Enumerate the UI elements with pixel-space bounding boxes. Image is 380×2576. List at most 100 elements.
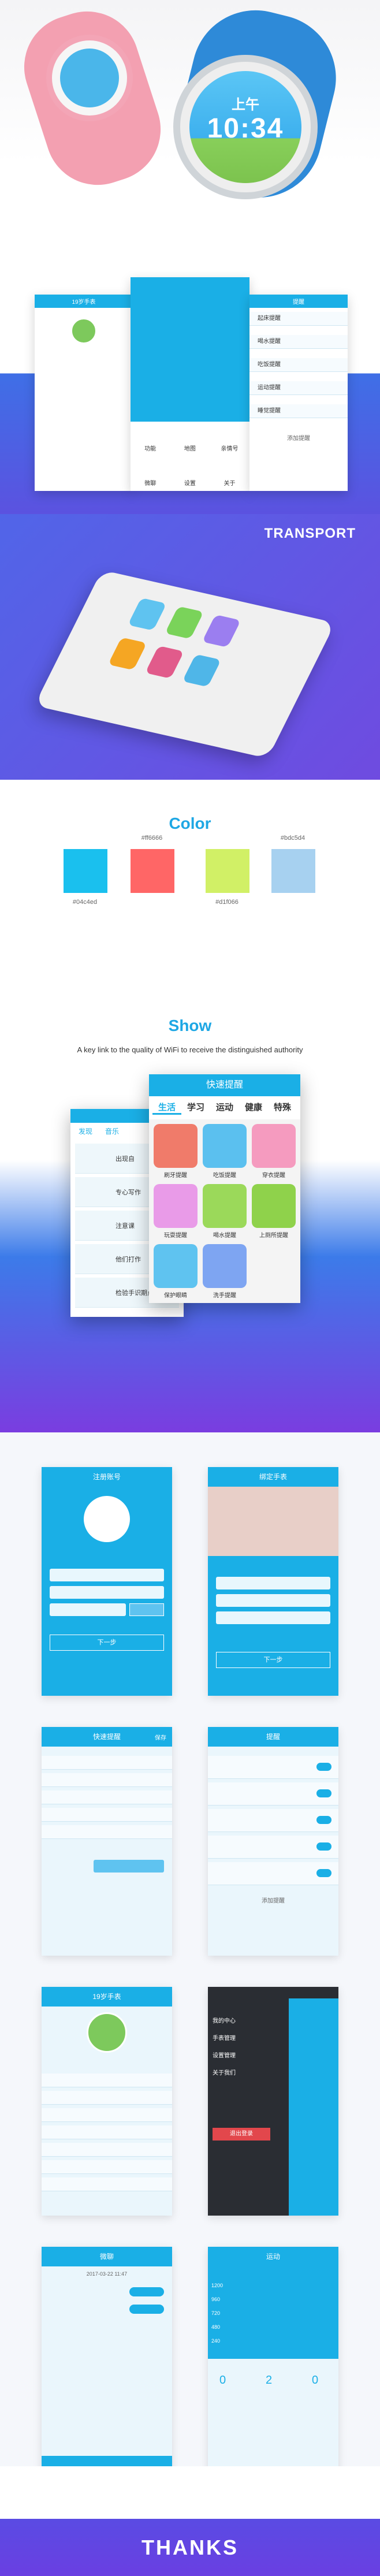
reminder-tile-eat[interactable] bbox=[203, 1124, 247, 1168]
reminder-tile-water[interactable] bbox=[203, 1184, 247, 1228]
reminder-tile-dress[interactable] bbox=[252, 1124, 296, 1168]
form-row[interactable] bbox=[42, 1825, 172, 1839]
menu-item[interactable]: 我的中心 bbox=[213, 2016, 236, 2024]
swatch-blue bbox=[64, 849, 107, 893]
reminder-row[interactable] bbox=[208, 1809, 338, 1832]
home-screen-shot: 功能 地图 亲情号 微聊 设置 关于 bbox=[131, 277, 249, 491]
reminder-tile-wash[interactable] bbox=[203, 1244, 247, 1288]
voice-message[interactable] bbox=[129, 2305, 164, 2314]
profile-row[interactable] bbox=[42, 2125, 172, 2139]
menu-item-settings[interactable]: 设置 bbox=[170, 456, 210, 491]
reminder-screen-title: 提醒 bbox=[249, 295, 348, 308]
reminder-tile-toilet[interactable] bbox=[252, 1184, 296, 1228]
swatch-red bbox=[131, 849, 174, 893]
form-row[interactable] bbox=[42, 1773, 172, 1787]
home-menu: 功能 地图 亲情号 微聊 设置 关于 bbox=[131, 422, 249, 491]
reminder-row[interactable]: 喝水提醒 bbox=[249, 335, 348, 349]
menu-item-map[interactable]: 地图 bbox=[170, 422, 210, 456]
register-title: 注册账号 bbox=[92, 1473, 121, 1481]
reminder-tile-label: 吃饭提醒 bbox=[213, 1172, 236, 1179]
reminder-row[interactable]: 睡觉提醒 bbox=[249, 404, 348, 418]
reminder-row[interactable] bbox=[208, 1756, 338, 1779]
profile-row[interactable] bbox=[42, 2091, 172, 2105]
voice-message[interactable] bbox=[129, 2287, 164, 2296]
list-tab-music[interactable]: 音乐 bbox=[105, 1126, 119, 1136]
menu-item-family[interactable]: 亲情号 bbox=[210, 422, 249, 456]
form-row[interactable] bbox=[42, 1756, 172, 1770]
record-button[interactable] bbox=[94, 1860, 164, 1873]
app-tile bbox=[128, 597, 167, 631]
profile-row[interactable] bbox=[42, 2160, 172, 2174]
form-row[interactable] bbox=[42, 1790, 172, 1804]
tab-sport[interactable]: 运动 bbox=[210, 1101, 239, 1115]
color-title: Color bbox=[169, 814, 211, 832]
chat-title: 微聊 bbox=[42, 2247, 172, 2266]
reminder-row[interactable]: 运动提醒 bbox=[249, 381, 348, 395]
phone-field[interactable] bbox=[50, 1569, 164, 1581]
menu-item-chat[interactable]: 微聊 bbox=[131, 456, 170, 491]
reminder-row[interactable] bbox=[208, 1782, 338, 1806]
profile-row[interactable] bbox=[42, 2074, 172, 2087]
add-reminder-button[interactable]: 添加提醒 bbox=[249, 433, 348, 442]
profile-screen-title: 19岁手表 bbox=[35, 295, 133, 308]
name-field[interactable] bbox=[216, 1594, 330, 1607]
profile-row[interactable] bbox=[42, 2143, 172, 2157]
reminder-toggle[interactable] bbox=[316, 1869, 331, 1877]
bind-title: 绑定手表 bbox=[259, 1473, 287, 1481]
form-row[interactable] bbox=[42, 1808, 172, 1822]
app-tile bbox=[202, 615, 241, 647]
bind-next-button[interactable]: 下一步 bbox=[216, 1652, 330, 1668]
app-tile bbox=[165, 606, 204, 639]
pink-watch bbox=[46, 35, 133, 121]
color-section: Color #04c4ed #ff6666 #d1f066 #bdc5d4 bbox=[0, 780, 380, 993]
reminder-row[interactable] bbox=[208, 1836, 338, 1859]
code-field[interactable] bbox=[50, 1603, 126, 1616]
swatch-lime bbox=[206, 849, 249, 893]
profile-row[interactable] bbox=[42, 2108, 172, 2122]
list-tab-discover[interactable]: 发现 bbox=[79, 1126, 92, 1136]
relation-field[interactable] bbox=[216, 1611, 330, 1624]
step-screen: 运动 1200 960 720 480 240 0 2 0 bbox=[208, 2247, 338, 2466]
tab-special[interactable]: 特殊 bbox=[268, 1101, 297, 1115]
menu-item[interactable]: 关于我们 bbox=[213, 2068, 236, 2076]
imei-field[interactable] bbox=[216, 1577, 330, 1589]
menu-item[interactable]: 设置管理 bbox=[213, 2050, 236, 2059]
logout-button[interactable]: 退出登录 bbox=[213, 2128, 270, 2141]
profile-row[interactable] bbox=[42, 2177, 172, 2191]
tab-health[interactable]: 健康 bbox=[239, 1101, 268, 1115]
menu-item-about[interactable]: 关于 bbox=[210, 456, 249, 491]
reminder-toggle[interactable] bbox=[316, 1816, 331, 1824]
reminder-toggle[interactable] bbox=[316, 1842, 331, 1851]
menu-item[interactable]: 手表管理 bbox=[213, 2033, 236, 2042]
talk-bar[interactable] bbox=[42, 2456, 172, 2466]
menu-item-function[interactable]: 功能 bbox=[131, 422, 170, 456]
hero-section: 上午 10:34 bbox=[0, 0, 380, 271]
step-axis-label: 240 bbox=[211, 2338, 221, 2344]
watch-time: 10:34 bbox=[207, 113, 284, 144]
reminder-row[interactable]: 吃饭提醒 bbox=[249, 358, 348, 372]
show-title: Show bbox=[168, 1017, 212, 1034]
reminder-row[interactable]: 起床提醒 bbox=[249, 312, 348, 326]
register-next-button[interactable]: 下一步 bbox=[50, 1635, 164, 1651]
tab-life[interactable]: 生活 bbox=[152, 1101, 181, 1115]
swatch-code: #d1f066 bbox=[215, 899, 239, 906]
chat-time: 2017-03-22 11:47 bbox=[86, 2271, 128, 2277]
reminder-row[interactable] bbox=[208, 1862, 338, 1885]
reminder-toggle[interactable] bbox=[316, 1789, 331, 1797]
quick-reminder-screen: 快速提醒 生活 学习 运动 健康 特殊 刷牙提醒 吃饭提醒 穿衣提醒 玩耍提醒 … bbox=[149, 1074, 300, 1303]
reminder-tile-brush[interactable] bbox=[154, 1124, 198, 1168]
save-button[interactable]: 保存 bbox=[155, 1733, 166, 1741]
reminder-tile-eyes[interactable] bbox=[154, 1244, 198, 1288]
add-reminder-button[interactable]: 添加提醒 bbox=[208, 1896, 338, 1904]
reminder-edit-screen: 快速提醒 保存 bbox=[42, 1727, 172, 1956]
password-field[interactable] bbox=[50, 1586, 164, 1599]
step-stat: 2 bbox=[266, 2374, 273, 2387]
step-stat: 0 bbox=[312, 2374, 319, 2387]
scanner-view bbox=[208, 1487, 338, 1556]
get-code-button[interactable] bbox=[129, 1603, 164, 1616]
reminder-toggle[interactable] bbox=[316, 1763, 331, 1771]
list-item-text: 注意课 bbox=[116, 1223, 135, 1230]
transport-title: TRANSPORT bbox=[264, 526, 356, 541]
reminder-tile-play[interactable] bbox=[154, 1184, 198, 1228]
tab-study[interactable]: 学习 bbox=[181, 1101, 210, 1115]
